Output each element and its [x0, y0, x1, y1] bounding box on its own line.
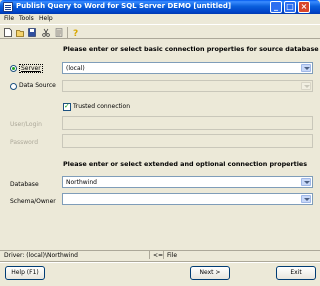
- open-icon[interactable]: [16, 28, 24, 37]
- file-status: File: [167, 252, 178, 259]
- menu-help[interactable]: Help: [39, 15, 53, 22]
- password-field[interactable]: [62, 134, 313, 148]
- source-section-title: Please enter or select basic connection …: [63, 45, 319, 53]
- title-bar[interactable]: Publish Query to Word for SQL Server DEM…: [0, 0, 320, 14]
- status-arrows: <=: [153, 252, 164, 259]
- database-combo[interactable]: Northwind: [62, 176, 313, 188]
- save-icon[interactable]: [28, 28, 36, 37]
- chevron-down-icon[interactable]: [301, 82, 311, 90]
- cut-icon[interactable]: [42, 28, 50, 37]
- database-value: Northwind: [66, 179, 97, 186]
- database-label: Database: [10, 181, 39, 188]
- password-label: Password: [10, 139, 39, 146]
- properties-icon[interactable]: [55, 28, 63, 37]
- status-bar: Driver: (local)\Northwind <= File: [0, 250, 320, 259]
- data-source-combo[interactable]: [62, 80, 313, 92]
- app-icon: [3, 2, 13, 12]
- exit-button[interactable]: Exit: [276, 266, 316, 280]
- server-value: (local): [66, 65, 85, 72]
- toolbar-separator: [67, 27, 68, 38]
- menu-bar: File Tools Help: [0, 14, 320, 24]
- help-button[interactable]: Help (F1): [5, 266, 45, 280]
- chevron-down-icon[interactable]: [301, 178, 311, 186]
- new-icon[interactable]: [4, 28, 12, 37]
- data-source-label: Data Source: [19, 82, 56, 89]
- toolbar: ?: [0, 24, 320, 39]
- chevron-down-icon[interactable]: [301, 195, 311, 203]
- server-combo[interactable]: (local): [62, 62, 313, 74]
- status-divider: [149, 251, 150, 259]
- schema-owner-combo[interactable]: [62, 193, 313, 205]
- next-button[interactable]: Next >: [190, 266, 230, 280]
- user-login-field[interactable]: [62, 116, 313, 130]
- driver-status: Driver: (local)\Northwind: [4, 252, 78, 259]
- close-button[interactable]: ×: [298, 1, 310, 13]
- menu-tools[interactable]: Tools: [19, 15, 34, 22]
- minimize-button[interactable]: _: [270, 1, 282, 13]
- help-icon[interactable]: ?: [72, 28, 80, 37]
- schema-owner-label: Schema/Owner: [10, 198, 56, 205]
- extended-section-title: Please enter or select extended and opti…: [63, 160, 308, 168]
- svg-text:?: ?: [73, 29, 78, 37]
- trusted-connection-label: Trusted connection: [73, 103, 130, 110]
- user-login-label: User/Login: [10, 121, 42, 128]
- server-radio[interactable]: [10, 65, 17, 72]
- server-label: Server: [19, 64, 43, 73]
- window-title: Publish Query to Word for SQL Server DEM…: [16, 2, 232, 10]
- data-source-radio[interactable]: [10, 83, 17, 90]
- maximize-button[interactable]: □: [284, 1, 296, 13]
- menu-file[interactable]: File: [4, 15, 14, 22]
- chevron-down-icon[interactable]: [301, 64, 311, 72]
- footer-separator: [0, 261, 320, 263]
- trusted-connection-checkbox[interactable]: [63, 102, 71, 111]
- status-divider: [163, 251, 164, 259]
